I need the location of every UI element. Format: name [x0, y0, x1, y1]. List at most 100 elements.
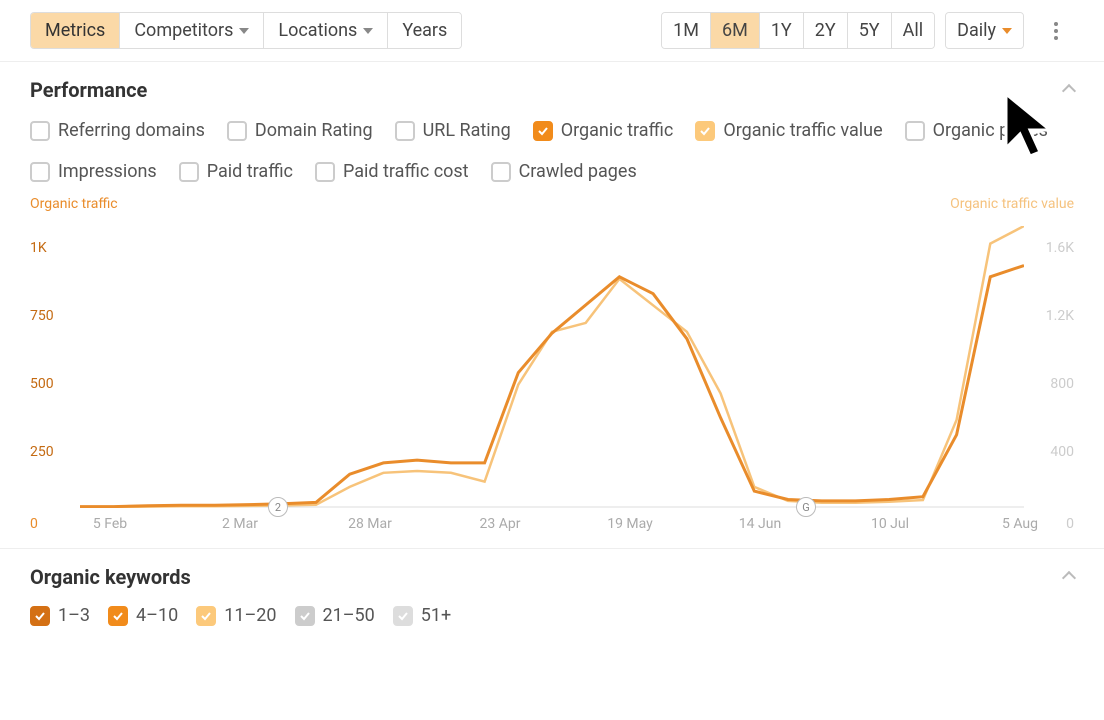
- tab-label: Metrics: [45, 20, 105, 41]
- range-label: 2Y: [815, 20, 836, 41]
- collapse-toggle[interactable]: [1064, 568, 1074, 587]
- bucket-51-plus[interactable]: 51+: [393, 605, 451, 626]
- checkbox-icon: [179, 162, 199, 182]
- metric-referring-domains[interactable]: Referring domains: [30, 120, 205, 141]
- range-label: 1M: [673, 20, 699, 41]
- chevron-down-icon: [239, 28, 249, 34]
- checkbox-icon: [227, 121, 247, 141]
- metric-label: Crawled pages: [519, 161, 637, 182]
- range-1m[interactable]: 1M: [662, 13, 710, 48]
- metric-domain-rating[interactable]: Domain Rating: [227, 120, 373, 141]
- metric-crawled-pages[interactable]: Crawled pages: [491, 161, 637, 182]
- tab-locations[interactable]: Locations: [263, 13, 387, 48]
- marker-label: 2: [275, 501, 281, 514]
- y-left-tick: 1K: [30, 240, 47, 256]
- bucket-label: 11–20: [224, 605, 276, 626]
- view-tabs: Metrics Competitors Locations Years: [30, 12, 462, 49]
- x-tick: 2 Mar: [222, 516, 258, 532]
- bucket-label: 21–50: [323, 605, 375, 626]
- performance-chart[interactable]: Organic traffic Organic traffic value 1K…: [30, 196, 1074, 536]
- left-axis-title: Organic traffic: [30, 196, 118, 212]
- metric-paid-traffic[interactable]: Paid traffic: [179, 161, 293, 182]
- checkbox-checked-icon: [196, 606, 216, 626]
- y-right-tick: 400: [1050, 444, 1074, 460]
- metric-impressions[interactable]: Impressions: [30, 161, 157, 182]
- checkbox-checked-icon: [533, 121, 553, 141]
- tab-label: Locations: [278, 20, 357, 41]
- y-left-tick: 500: [30, 376, 54, 392]
- time-range-group: 1M 6M 1Y 2Y 5Y All: [661, 12, 935, 49]
- collapse-toggle[interactable]: [1064, 81, 1074, 100]
- range-6m[interactable]: 6M: [710, 13, 759, 48]
- y-right-tick: 800: [1050, 376, 1074, 392]
- bucket-21-50[interactable]: 21–50: [295, 605, 375, 626]
- more-menu-button[interactable]: [1038, 13, 1074, 49]
- range-label: All: [903, 20, 924, 41]
- x-tick: 5 Aug: [1002, 516, 1038, 532]
- tab-label: Competitors: [134, 20, 233, 41]
- metric-url-rating[interactable]: URL Rating: [395, 120, 511, 141]
- checkbox-checked-icon: [108, 606, 128, 626]
- checkbox-icon: [30, 121, 50, 141]
- y-left-tick: 250: [30, 444, 54, 460]
- metric-organic-traffic[interactable]: Organic traffic: [533, 120, 674, 141]
- bucket-label: 51+: [421, 605, 451, 626]
- frequency-button[interactable]: Daily: [946, 13, 1023, 48]
- metric-checkboxes: Referring domains Domain Rating URL Rati…: [30, 120, 1074, 182]
- x-tick: 28 Mar: [348, 516, 392, 532]
- organic-keywords-header: Organic keywords: [30, 565, 1074, 589]
- x-tick: 14 Jun: [739, 516, 781, 532]
- metric-label: Paid traffic cost: [343, 161, 469, 182]
- metric-label: Domain Rating: [255, 120, 373, 141]
- metric-label: Organic traffic: [561, 120, 674, 141]
- checkbox-checked-icon: [30, 606, 50, 626]
- tab-years[interactable]: Years: [387, 13, 461, 48]
- metric-organic-traffic-value[interactable]: Organic traffic value: [695, 120, 882, 141]
- range-label: 1Y: [771, 20, 792, 41]
- checkbox-icon: [395, 121, 415, 141]
- range-all[interactable]: All: [891, 13, 935, 48]
- x-tick: 19 May: [607, 516, 653, 532]
- performance-section: Performance Referring domains Domain Rat…: [0, 62, 1104, 182]
- keyword-buckets: 1–3 4–10 11–20 21–50 51+: [30, 605, 1074, 626]
- marker-label: G: [802, 501, 810, 514]
- checkbox-checked-icon: [393, 606, 413, 626]
- y-left-tick: 750: [30, 308, 54, 324]
- x-tick: 23 Apr: [480, 516, 521, 532]
- tab-metrics[interactable]: Metrics: [31, 13, 119, 48]
- range-5y[interactable]: 5Y: [847, 13, 891, 48]
- bucket-1-3[interactable]: 1–3: [30, 605, 90, 626]
- organic-keywords-section: Organic keywords 1–3 4–10 11–20 21–50 51…: [0, 549, 1104, 626]
- frequency-select[interactable]: Daily: [945, 12, 1024, 49]
- range-2y[interactable]: 2Y: [803, 13, 847, 48]
- y-right-zero: 0: [1066, 516, 1074, 532]
- checkbox-icon: [491, 162, 511, 182]
- tab-competitors[interactable]: Competitors: [119, 13, 263, 48]
- metric-label: Organic traffic value: [723, 120, 882, 141]
- top-toolbar: Metrics Competitors Locations Years 1M 6…: [0, 0, 1104, 62]
- range-1y[interactable]: 1Y: [759, 13, 803, 48]
- y-left-zero: 0: [30, 516, 38, 532]
- checkbox-icon: [905, 121, 925, 141]
- bucket-11-20[interactable]: 11–20: [196, 605, 276, 626]
- metric-label: Referring domains: [58, 120, 205, 141]
- range-label: 5Y: [859, 20, 880, 41]
- metric-label: Impressions: [58, 161, 157, 182]
- metric-organic-pages[interactable]: Organic pages: [905, 120, 1048, 141]
- chart-marker[interactable]: G: [796, 497, 816, 517]
- bucket-4-10[interactable]: 4–10: [108, 605, 178, 626]
- chevron-down-icon: [1002, 28, 1012, 34]
- section-title: Performance: [30, 78, 147, 102]
- metric-paid-traffic-cost[interactable]: Paid traffic cost: [315, 161, 469, 182]
- performance-header: Performance: [30, 78, 1074, 102]
- metric-label: URL Rating: [423, 120, 511, 141]
- frequency-label: Daily: [957, 20, 996, 41]
- chart-marker[interactable]: 2: [268, 497, 288, 517]
- chevron-up-icon: [1062, 570, 1076, 584]
- metric-label: Paid traffic: [207, 161, 293, 182]
- y-right-tick: 1.6K: [1046, 240, 1074, 256]
- checkbox-checked-icon: [695, 121, 715, 141]
- section-title: Organic keywords: [30, 565, 191, 589]
- checkbox-checked-icon: [295, 606, 315, 626]
- x-tick: 10 Jul: [871, 516, 909, 532]
